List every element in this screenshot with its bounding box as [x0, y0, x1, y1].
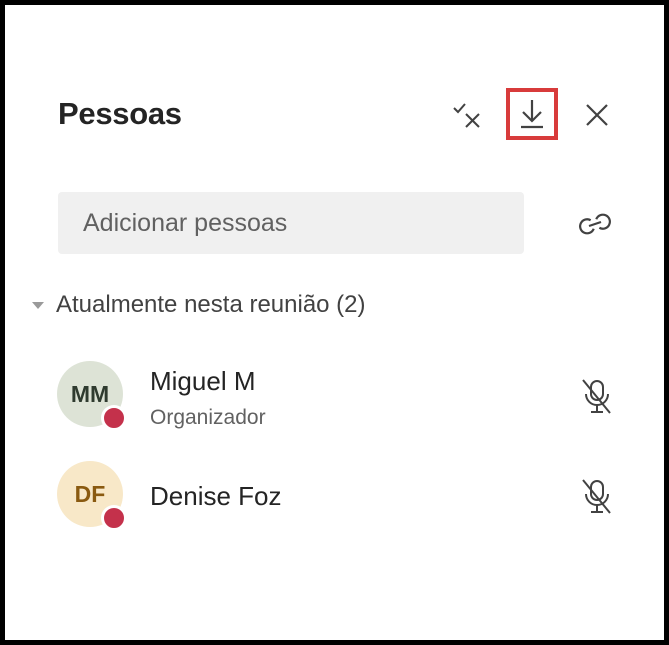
- mute-all-button[interactable]: [442, 89, 494, 141]
- mic-off-icon: [582, 479, 611, 514]
- add-people-input[interactable]: Adicionar pessoas: [58, 192, 524, 254]
- link-icon: [579, 213, 611, 235]
- participant-row[interactable]: DF Denise Foz: [55, 456, 625, 536]
- people-panel: Pessoas Adicionar pessoas Atualmente nes…: [10, 10, 659, 635]
- participant-name: Miguel M: [150, 366, 256, 396]
- panel-title: Pessoas: [58, 96, 182, 131]
- avatar-initials: MM: [70, 380, 110, 407]
- status-badge: [101, 405, 127, 431]
- chevron-down-icon: [32, 301, 44, 309]
- participant-mic-button[interactable]: [575, 374, 619, 418]
- participant-role: Organizador: [150, 406, 266, 429]
- avatar: DF: [57, 461, 127, 531]
- participant-row[interactable]: MM Miguel M Organizador: [55, 356, 625, 436]
- avatar: MM: [57, 361, 127, 431]
- download-icon: [521, 100, 543, 129]
- mute-all-icon: [453, 103, 480, 128]
- download-attendance-button[interactable]: [506, 88, 558, 140]
- mic-off-icon: [582, 379, 611, 414]
- add-people-placeholder: Adicionar pessoas: [83, 208, 288, 237]
- status-badge: [101, 505, 127, 531]
- close-button[interactable]: [571, 89, 623, 141]
- share-invite-button[interactable]: [573, 202, 617, 246]
- window-frame: Pessoas Adicionar pessoas Atualmente nes…: [0, 0, 669, 645]
- close-icon: [586, 104, 608, 126]
- avatar-initials: DF: [74, 480, 106, 507]
- participant-mic-button[interactable]: [575, 474, 619, 518]
- participant-name: Denise Foz: [150, 481, 282, 511]
- in-meeting-section-toggle[interactable]: Atualmente nesta reunião (2): [28, 288, 366, 322]
- section-label: Atualmente nesta reunião (2): [56, 291, 366, 318]
